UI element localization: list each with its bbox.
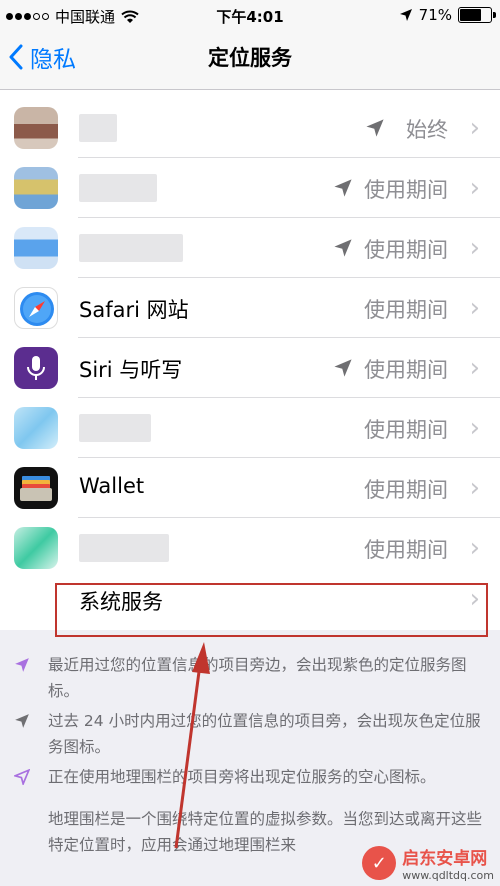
watermark-title: 启东安卓网 [402,849,488,869]
location-arrow-icon [366,119,384,137]
location-arrow-icon [334,179,352,197]
chevron-right-icon: › [469,113,480,143]
note-gray: 过去 24 小时内用过您的位置信息的项目旁，会出现灰色定位服务图标。 [48,712,481,756]
location-permission: 始终 [406,118,448,142]
location-arrow-icon [334,239,352,257]
list-item-siri[interactable]: Siri 与听写 使用期间 › [0,338,500,398]
app-name: Siri 与听写 [79,358,183,382]
location-permission: 使用期间 [364,298,448,322]
app-location-list: 始终 › 使用期间 › 使用期间 › Safari 网站 使用期间 › Siri… [0,90,500,630]
siri-icon [14,347,58,389]
list-item[interactable]: 使用期间 › [0,398,500,458]
location-permission: 使用期间 [364,238,448,262]
watermark-logo-icon: ✓ [362,846,397,880]
blurred-app-name [79,174,157,202]
note-purple: 最近用过您的位置信息的项目旁边，会出现紫色的定位服务图标。 [48,656,467,700]
navigation-bar: 隐私 定位服务 [0,30,500,90]
app-name: Safari 网站 [79,298,189,322]
chevron-right-icon: › [469,233,480,263]
location-permission: 使用期间 [364,538,448,562]
chevron-right-icon: › [469,293,480,323]
app-name: Wallet [79,474,145,498]
gray-location-arrow-icon [15,714,29,728]
watermark: ✓ 启东安卓网 www.qdltdq.com [362,844,494,882]
watermark-url: www.qdltdq.com [402,869,494,882]
status-bar: 中国联通 下午4:01 71% [0,0,500,30]
blurred-app-name [79,234,183,262]
wallet-icon [14,467,58,509]
location-permission: 使用期间 [364,358,448,382]
blurred-app-name [79,414,151,442]
purple-location-arrow-icon [15,658,29,672]
chevron-right-icon: › [469,353,480,383]
safari-icon [14,287,58,329]
location-arrow-icon [399,9,412,21]
location-permission: 使用期间 [364,178,448,202]
battery-icon [458,7,496,23]
outline-location-arrow-icon [14,769,30,785]
location-permission: 使用期间 [364,478,448,502]
list-item[interactable]: 使用期间 › [0,518,500,578]
chevron-right-icon: › [469,173,480,203]
location-arrow-icon [334,359,352,377]
blurred-app-name [79,114,117,142]
chevron-right-icon: › [469,533,480,563]
blurred-app-icon [14,107,58,149]
list-item[interactable]: 始终 › [0,98,500,158]
blurred-app-icon [14,527,58,569]
page-title: 定位服务 [208,46,292,70]
list-item[interactable]: 使用期间 › [0,158,500,218]
blurred-app-icon [14,167,58,209]
battery-percent: 71% [418,6,452,24]
location-permission: 使用期间 [364,418,448,442]
highlight-box [55,583,488,637]
note-outline: 正在使用地理围栏的项目旁将出现定位服务的空心图标。 [48,768,436,786]
chevron-right-icon: › [469,473,480,503]
chevron-right-icon: › [469,413,480,443]
list-item-wallet[interactable]: Wallet 使用期间 › [0,458,500,518]
blurred-app-name [79,534,169,562]
list-item[interactable]: 使用期间 › [0,218,500,278]
blurred-app-icon [14,407,58,449]
blurred-app-icon [14,227,58,269]
list-item-safari[interactable]: Safari 网站 使用期间 › [0,278,500,338]
